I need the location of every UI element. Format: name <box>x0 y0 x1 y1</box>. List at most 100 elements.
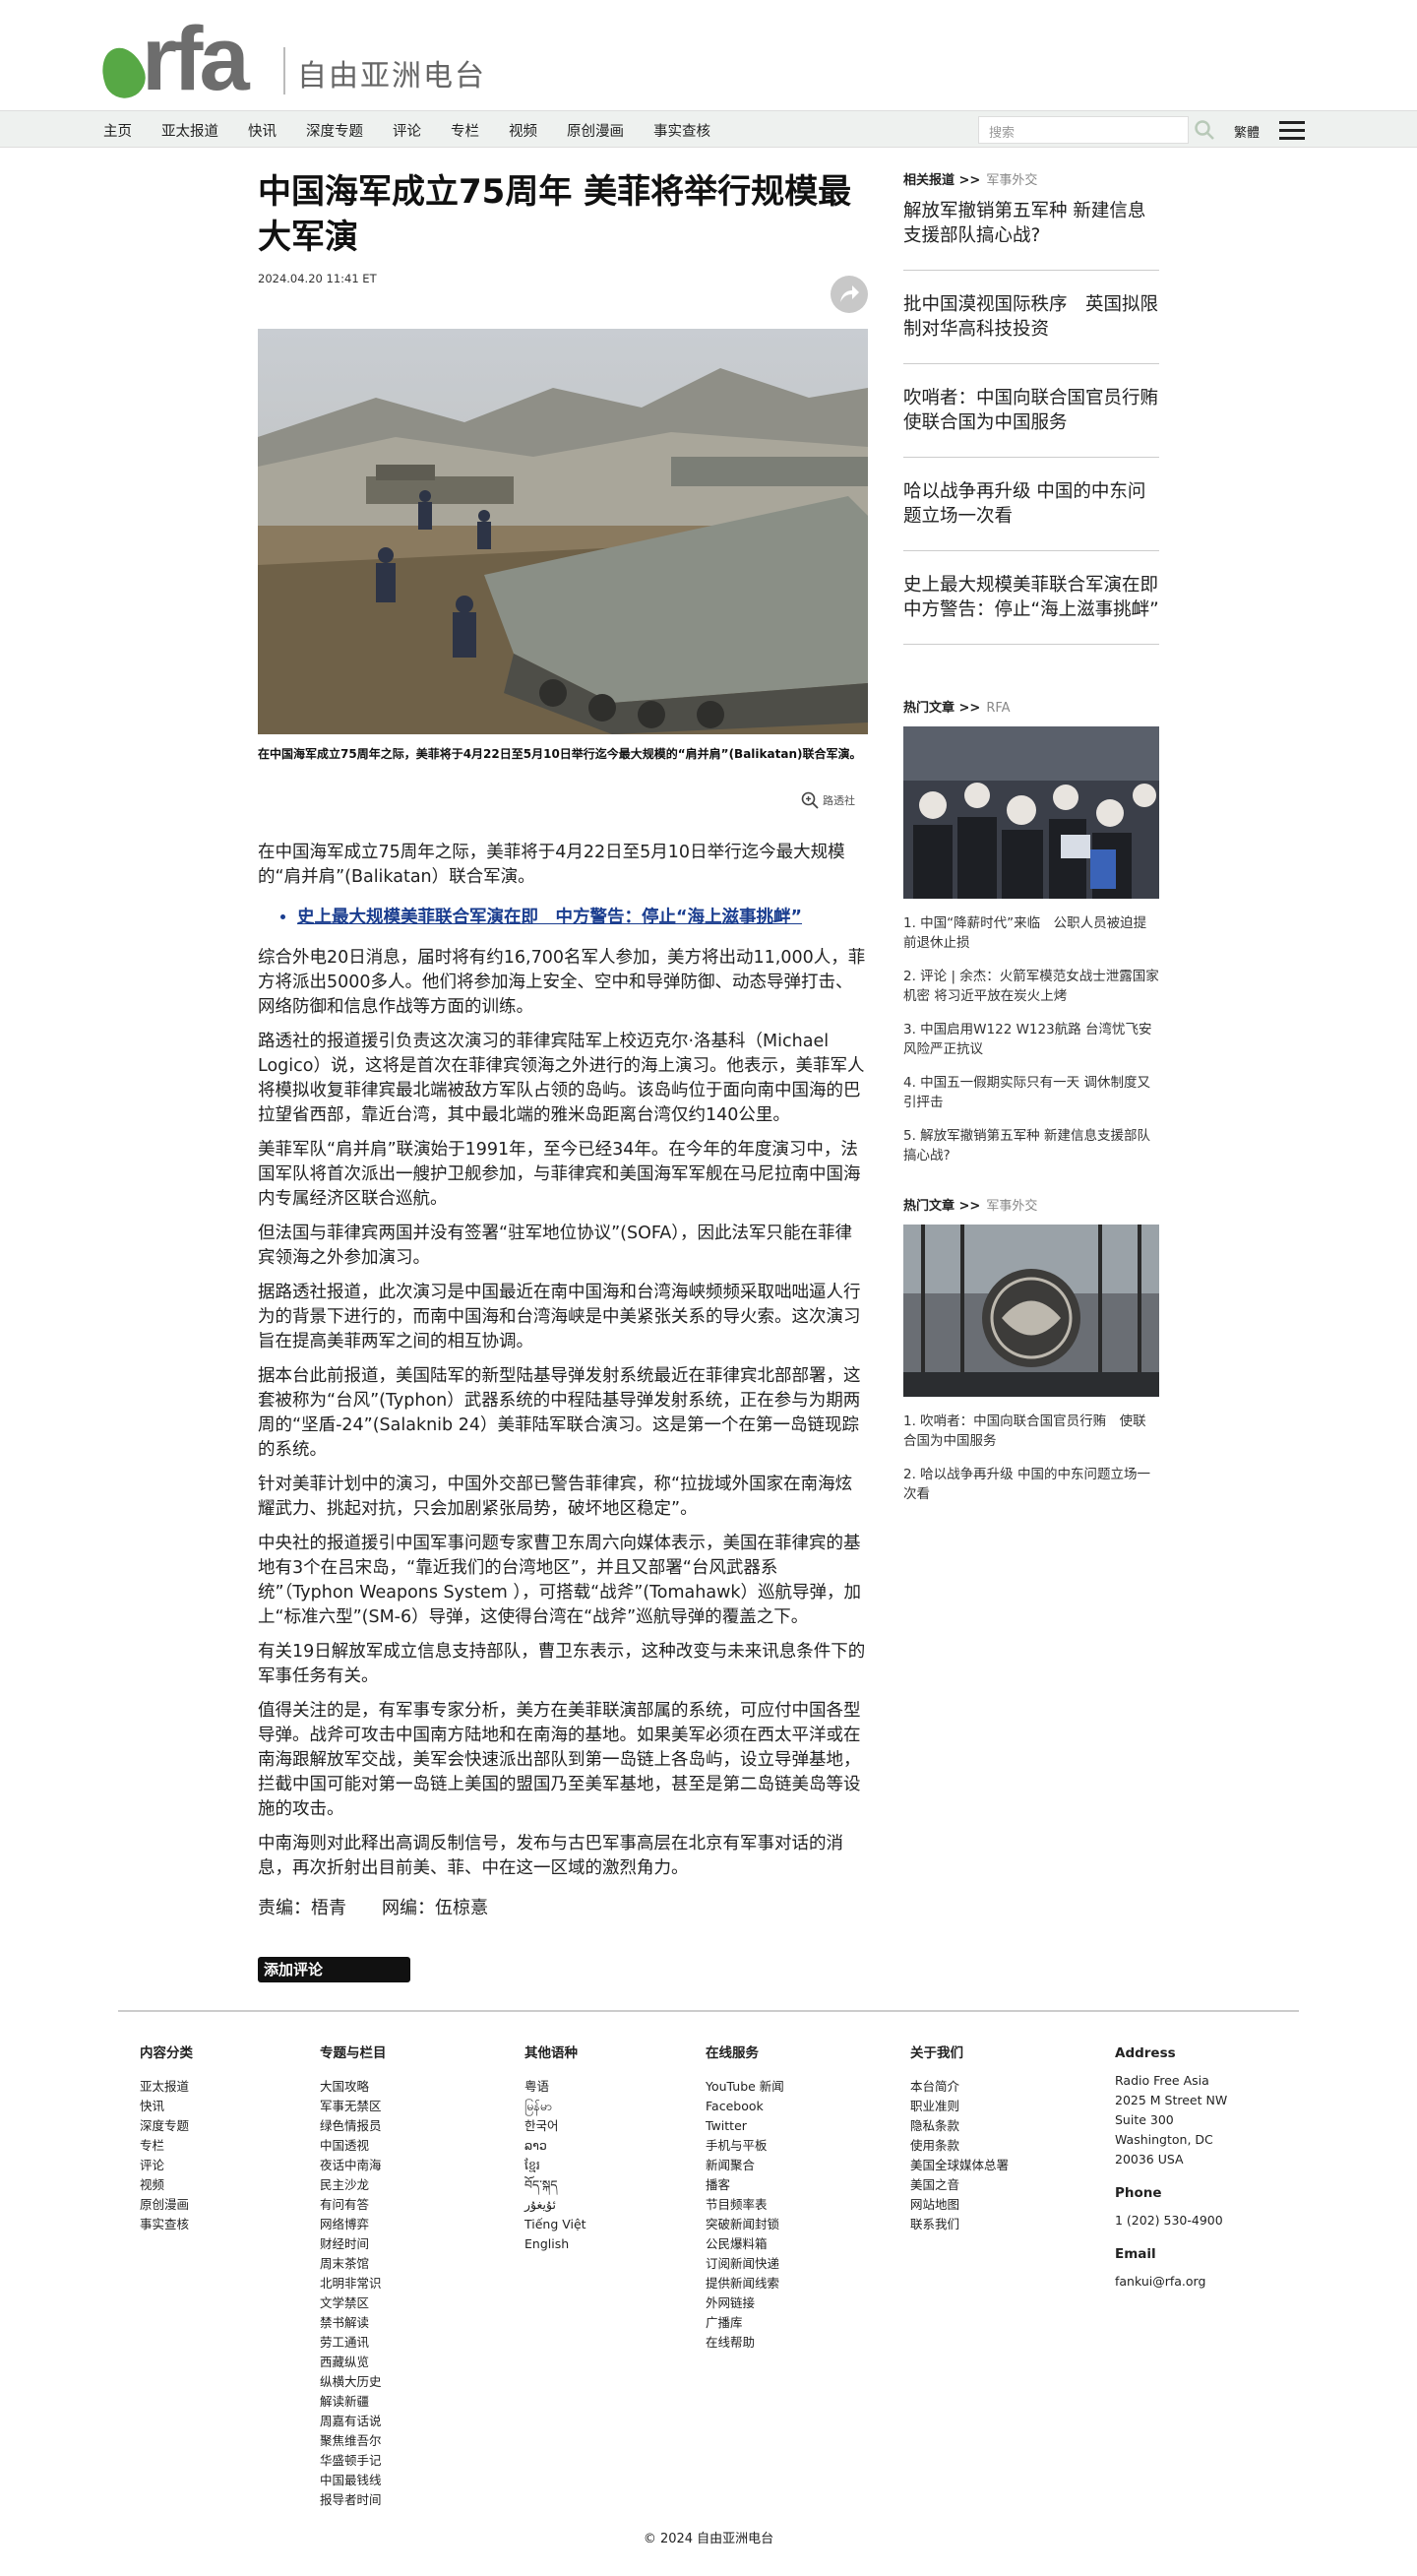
hot-article-link[interactable]: 2. 评论 | 余杰：火箭军模范女战士泄露国家机密 将习近平放在炭火上烤 <box>903 967 1159 1006</box>
nav-item[interactable]: 事实查核 <box>653 120 710 141</box>
footer-link[interactable]: 大国攻略 <box>320 2077 387 2097</box>
footer-link[interactable]: 隐私条款 <box>910 2116 1009 2136</box>
footer-link[interactable]: 评论 <box>140 2156 193 2175</box>
footer-link[interactable]: 网站地图 <box>910 2195 1009 2215</box>
related-heading-label[interactable]: 相关报道 >> <box>903 173 980 188</box>
search-input[interactable]: 搜索 <box>978 116 1189 144</box>
footer-link[interactable]: 本台简介 <box>910 2077 1009 2097</box>
hot2-heading-label[interactable]: 热门文章 >> <box>903 1199 980 1214</box>
footer-link[interactable]: 新闻聚合 <box>706 2156 784 2175</box>
footer-link[interactable]: 财经时间 <box>320 2234 387 2254</box>
footer-link[interactable]: བོད་སྐད <box>524 2175 586 2195</box>
footer-link[interactable]: မြန်မာ <box>524 2097 586 2116</box>
footer-link[interactable]: 绿色情报员 <box>320 2116 387 2136</box>
footer-link[interactable]: 文学禁区 <box>320 2293 387 2313</box>
hot1-heading-label[interactable]: 热门文章 >> <box>903 701 980 716</box>
footer-link[interactable]: 周嘉有话说 <box>320 2412 387 2431</box>
footer-link[interactable]: 播客 <box>706 2175 784 2195</box>
logo-cn[interactable]: 自由亚洲电台 <box>297 51 486 94</box>
share-button[interactable] <box>831 276 868 313</box>
hot1-thumbnail[interactable] <box>903 726 1159 899</box>
footer-link[interactable]: 中国透视 <box>320 2136 387 2156</box>
hot-article-link[interactable]: 1. 吹哨者：中国向联合国官员行贿 使联合国为中国服务 <box>903 1412 1159 1451</box>
footer-link[interactable]: 有问有答 <box>320 2195 387 2215</box>
footer-link[interactable]: 节目频率表 <box>706 2195 784 2215</box>
email-address[interactable]: fankui@rfa.org <box>1115 2272 1227 2292</box>
footer-link[interactable]: 西藏纵览 <box>320 2353 387 2372</box>
traditional-chinese-link[interactable]: 繁體 <box>1234 122 1260 141</box>
footer-link[interactable]: 军事无禁区 <box>320 2097 387 2116</box>
search-icon[interactable] <box>1193 118 1216 142</box>
footer-link[interactable]: 周末茶馆 <box>320 2254 387 2274</box>
footer-link[interactable]: English <box>524 2234 586 2254</box>
footer-link[interactable]: 提供新闻线索 <box>706 2274 784 2293</box>
footer-link[interactable]: 突破新闻封锁 <box>706 2215 784 2234</box>
hot-article-link[interactable]: 1. 中国“降薪时代”来临 公职人员被迫提前退休止损 <box>903 913 1159 953</box>
footer-link[interactable]: 聚焦维吾尔 <box>320 2431 387 2451</box>
nav-item[interactable]: 主页 <box>103 120 132 141</box>
footer-link[interactable]: 外网链接 <box>706 2293 784 2313</box>
footer-link[interactable]: 劳工通讯 <box>320 2333 387 2353</box>
hot2-thumbnail[interactable] <box>903 1225 1159 1397</box>
footer-link[interactable]: ລາວ <box>524 2136 586 2156</box>
footer-link[interactable]: 美国之音 <box>910 2175 1009 2195</box>
phone-number[interactable]: 1 (202) 530-4900 <box>1115 2211 1227 2230</box>
footer-link[interactable]: 北明非常识 <box>320 2274 387 2293</box>
nav-item[interactable]: 评论 <box>393 120 421 141</box>
footer-link[interactable]: ខ្មែរ <box>524 2156 586 2175</box>
footer-link[interactable]: 视频 <box>140 2175 193 2195</box>
footer-link[interactable]: 使用条款 <box>910 2136 1009 2156</box>
related-article-link[interactable]: 史上最大规模美菲联合军演在即 中方警告：停止“海上滋事挑衅” <box>903 573 1177 645</box>
related-tag[interactable]: 军事外交 <box>986 173 1037 188</box>
footer-link[interactable]: YouTube 新闻 <box>706 2077 784 2097</box>
footer-link[interactable]: 手机与平板 <box>706 2136 784 2156</box>
footer-link[interactable]: 夜话中南海 <box>320 2156 387 2175</box>
footer-link[interactable]: 解读新疆 <box>320 2392 387 2412</box>
footer-link[interactable]: 报导者时间 <box>320 2490 387 2510</box>
hot-article-link[interactable]: 4. 中国五一假期实际只有一天 调休制度又引抨击 <box>903 1073 1159 1112</box>
footer-link[interactable]: 订阅新闻快递 <box>706 2254 784 2274</box>
related-article-link[interactable]: 吹哨者：中国向联合国官员行贿 使联合国为中国服务 <box>903 386 1177 458</box>
hot1-tag[interactable]: RFA <box>986 701 1010 716</box>
related-article-link[interactable]: 解放军撤销第五军种 新建信息支援部队搞心战? <box>903 199 1159 271</box>
footer-link[interactable]: Facebook <box>706 2097 784 2116</box>
hot-article-link[interactable]: 2. 哈以战争再升级 中国的中东问题立场一次看 <box>903 1465 1159 1504</box>
rfa-logo[interactable]: rfa <box>94 14 268 104</box>
footer-link[interactable]: 职业准则 <box>910 2097 1009 2116</box>
footer-link[interactable]: 禁书解读 <box>320 2313 387 2333</box>
footer-link[interactable]: 网络博弈 <box>320 2215 387 2234</box>
footer-link[interactable]: 在线帮助 <box>706 2333 784 2353</box>
footer-link[interactable]: 中国最钱线 <box>320 2471 387 2490</box>
nav-item[interactable]: 原创漫画 <box>567 120 624 141</box>
footer-link[interactable]: 广播库 <box>706 2313 784 2333</box>
nav-item[interactable]: 深度专题 <box>306 120 363 141</box>
hot2-tag[interactable]: 军事外交 <box>986 1199 1037 1214</box>
image-credit[interactable]: 路透社 <box>801 791 855 809</box>
footer-link[interactable]: 公民爆料箱 <box>706 2234 784 2254</box>
related-article-link[interactable]: 批中国漠视国际秩序 英国拟限制对华高科技投资 <box>903 292 1159 364</box>
hot-article-link[interactable]: 3. 中国启用W122 W123航路 台湾忧飞安风险严正抗议 <box>903 1020 1159 1059</box>
footer-link[interactable]: 快讯 <box>140 2097 193 2116</box>
footer-link[interactable]: 한국어 <box>524 2116 586 2136</box>
nav-item[interactable]: 视频 <box>509 120 537 141</box>
nav-item[interactable]: 专栏 <box>451 120 479 141</box>
hot-article-link[interactable]: 5. 解放军撤销第五军种 新建信息支援部队搞心战? <box>903 1126 1159 1165</box>
footer-link[interactable]: 亚太报道 <box>140 2077 193 2097</box>
footer-link[interactable]: 深度专题 <box>140 2116 193 2136</box>
inline-related-link[interactable]: 史上最大规模美菲联合军演在即 中方警告：停止“海上滋事挑衅” <box>297 906 868 930</box>
footer-link[interactable]: 专栏 <box>140 2136 193 2156</box>
footer-link[interactable]: 华盛顿手记 <box>320 2451 387 2471</box>
footer-link[interactable]: Tiếng Việt <box>524 2215 586 2234</box>
footer-link[interactable]: 美国全球媒体总署 <box>910 2156 1009 2175</box>
related-article-link[interactable]: 哈以战争再升级 中国的中东问题立场一次看 <box>903 479 1159 551</box>
footer-link[interactable]: 事实查核 <box>140 2215 193 2234</box>
add-comment-button[interactable]: 添加评论 <box>258 1957 410 1982</box>
nav-item[interactable]: 快讯 <box>248 120 277 141</box>
footer-link[interactable]: 原创漫画 <box>140 2195 193 2215</box>
footer-link[interactable]: Twitter <box>706 2116 784 2136</box>
footer-link[interactable]: ئۇيغۇر <box>524 2195 586 2215</box>
hamburger-menu-icon[interactable] <box>1279 121 1305 141</box>
footer-link[interactable]: 民主沙龙 <box>320 2175 387 2195</box>
footer-link[interactable]: 联系我们 <box>910 2215 1009 2234</box>
footer-link[interactable]: 粤语 <box>524 2077 586 2097</box>
